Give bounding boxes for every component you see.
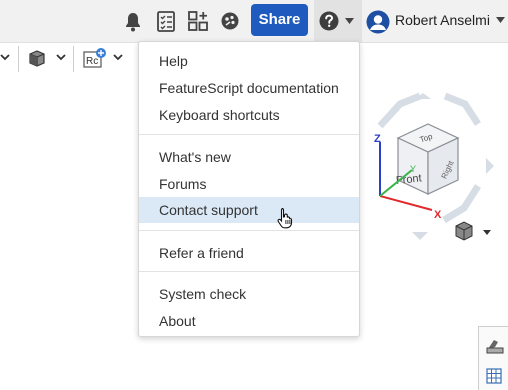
bell-icon[interactable] [124, 12, 142, 32]
help-circle-icon [319, 11, 339, 31]
menu-item-featurescript-docs[interactable]: FeatureScript documentation [139, 75, 359, 101]
app-store-icon[interactable] [188, 11, 208, 31]
user-avatar-icon[interactable] [366, 10, 390, 34]
menu-item-contact-support[interactable]: Contact support [139, 197, 359, 223]
menu-item-system-check[interactable]: System check [139, 281, 359, 307]
chevron-down-icon[interactable] [113, 54, 123, 61]
z-axis-label: Z [374, 133, 381, 145]
help-menu-button[interactable] [314, 0, 362, 42]
caret-down-icon [345, 18, 354, 24]
view-cube-graphic: Top Front Right Z X Y [374, 92, 494, 241]
menu-item-help[interactable]: Help [139, 48, 359, 74]
top-bar: Share Robert Anselmi [0, 0, 508, 43]
menu-item-forums[interactable]: Forums [139, 171, 359, 197]
menu-item-about[interactable]: About [139, 308, 359, 334]
menu-divider [139, 134, 359, 135]
caret-down-icon[interactable] [496, 17, 505, 23]
menu-divider [139, 271, 359, 272]
chevron-down-icon[interactable] [0, 54, 10, 61]
appearance-icon[interactable] [485, 335, 505, 355]
menu-item-keyboard-shortcuts[interactable]: Keyboard shortcuts [139, 102, 359, 128]
render-mode-icon[interactable] [28, 49, 46, 67]
share-button[interactable]: Share [251, 4, 308, 36]
right-panel [478, 326, 508, 390]
learning-center-icon[interactable] [220, 11, 240, 31]
table-icon[interactable] [485, 367, 505, 387]
help-menu: Help FeatureScript documentation Keyboar… [138, 41, 360, 337]
view-toolbar: Rc [0, 44, 135, 74]
view-cube[interactable]: Top Front Right Z X Y [360, 86, 508, 256]
hand-cursor-icon [277, 207, 293, 229]
user-name[interactable]: Robert Anselmi [395, 12, 490, 28]
menu-item-refer-a-friend[interactable]: Refer a friend [139, 240, 359, 266]
reference-icon[interactable]: Rc [83, 47, 107, 69]
menu-divider [139, 230, 359, 231]
toolbar-divider [18, 46, 19, 72]
tasks-icon[interactable] [157, 11, 175, 32]
cube-menu-icon [455, 221, 491, 241]
y-axis-label: Y [410, 164, 416, 174]
x-axis-label: X [434, 209, 442, 221]
chevron-down-icon[interactable] [56, 54, 66, 61]
toolbar-divider [73, 46, 74, 72]
menu-item-whats-new[interactable]: What's new [139, 144, 359, 170]
svg-text:Rc: Rc [86, 56, 98, 67]
